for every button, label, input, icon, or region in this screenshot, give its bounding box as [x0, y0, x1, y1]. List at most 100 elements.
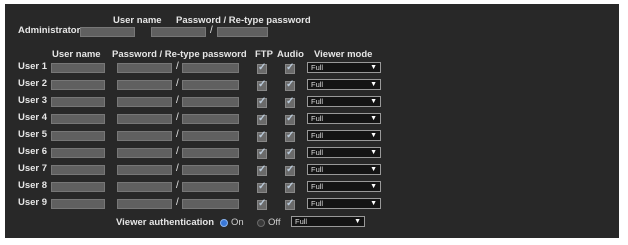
user-username-input[interactable]	[51, 63, 105, 73]
audio-checkbox[interactable]	[285, 198, 295, 210]
audio-checkbox[interactable]	[285, 130, 295, 142]
user-retype-password-input[interactable]	[182, 97, 239, 107]
viewer-auth-mode-value: Full	[295, 217, 308, 226]
user-retype-password-input[interactable]	[182, 63, 239, 73]
user-password-input[interactable]	[117, 63, 172, 73]
user-username-input[interactable]	[51, 114, 105, 124]
chevron-down-icon: ▼	[370, 166, 377, 173]
users-password-header: Password / Re-type password	[112, 49, 247, 60]
ftp-checkbox[interactable]	[257, 96, 267, 108]
viewer-mode-select[interactable]: Full ▼	[307, 164, 381, 175]
user-label: User 4	[18, 112, 48, 123]
viewer-mode-value: Full	[311, 131, 324, 140]
user-username-input[interactable]	[51, 131, 105, 141]
audio-checkbox[interactable]	[285, 79, 295, 91]
chevron-down-icon: ▼	[370, 200, 377, 207]
audio-checkbox[interactable]	[285, 96, 295, 108]
user-slash: /	[176, 112, 179, 123]
chevron-down-icon: ▼	[370, 132, 377, 139]
admin-username-input[interactable]	[80, 27, 135, 37]
ftp-checkbox[interactable]	[257, 181, 267, 193]
user-password-input[interactable]	[117, 114, 172, 124]
user-password-input[interactable]	[117, 182, 172, 192]
user-label: User 1	[18, 61, 48, 72]
user-slash: /	[176, 146, 179, 157]
viewer-mode-select[interactable]: Full ▼	[307, 147, 381, 158]
audio-checkbox[interactable]	[285, 147, 295, 159]
viewer-mode-value: Full	[311, 182, 324, 191]
user-label: User 3	[18, 95, 48, 106]
user-username-input[interactable]	[51, 165, 105, 175]
viewer-mode-value: Full	[311, 165, 324, 174]
user-retype-password-input[interactable]	[182, 80, 239, 90]
user-slash: /	[176, 129, 179, 140]
chevron-down-icon: ▼	[370, 115, 377, 122]
admin-slash: /	[210, 25, 213, 36]
admin-username-header: User name	[113, 15, 162, 26]
user-label: User 5	[18, 129, 48, 140]
admin-retype-password-input[interactable]	[217, 27, 268, 37]
user-retype-password-input[interactable]	[182, 182, 239, 192]
user-username-input[interactable]	[51, 148, 105, 158]
audio-checkbox[interactable]	[285, 181, 295, 193]
user-retype-password-input[interactable]	[182, 165, 239, 175]
viewer-auth-mode-select[interactable]: Full ▼	[291, 216, 365, 227]
viewer-mode-select[interactable]: Full ▼	[307, 96, 381, 107]
user-settings-panel: User name Password / Re-type password Ad…	[5, 4, 619, 238]
audio-checkbox[interactable]	[285, 164, 295, 176]
ftp-header: FTP	[255, 49, 273, 60]
user-label: User 7	[18, 163, 48, 174]
viewer-mode-value: Full	[311, 114, 324, 123]
viewer-mode-header: Viewer mode	[314, 49, 373, 60]
chevron-down-icon: ▼	[370, 64, 377, 71]
user-username-input[interactable]	[51, 97, 105, 107]
user-label: User 9	[18, 197, 48, 208]
viewer-mode-value: Full	[311, 199, 324, 208]
viewer-auth-on-radio[interactable]	[220, 219, 228, 227]
viewer-auth-off-label: Off	[268, 217, 281, 228]
viewer-auth-on-label: On	[231, 217, 244, 228]
user-retype-password-input[interactable]	[182, 131, 239, 141]
user-slash: /	[176, 197, 179, 208]
viewer-mode-value: Full	[311, 80, 324, 89]
user-label: User 6	[18, 146, 48, 157]
user-label: User 2	[18, 78, 48, 89]
viewer-mode-select[interactable]: Full ▼	[307, 79, 381, 90]
audio-header: Audio	[277, 49, 304, 60]
audio-checkbox[interactable]	[285, 62, 295, 74]
ftp-checkbox[interactable]	[257, 130, 267, 142]
user-password-input[interactable]	[117, 80, 172, 90]
chevron-down-icon: ▼	[354, 218, 361, 225]
user-password-input[interactable]	[117, 148, 172, 158]
user-retype-password-input[interactable]	[182, 148, 239, 158]
viewer-auth-label: Viewer authentication	[116, 217, 215, 228]
admin-password-input[interactable]	[151, 27, 206, 37]
user-username-input[interactable]	[51, 182, 105, 192]
viewer-mode-select[interactable]: Full ▼	[307, 198, 381, 209]
user-label: User 8	[18, 180, 48, 191]
chevron-down-icon: ▼	[370, 149, 377, 156]
viewer-mode-select[interactable]: Full ▼	[307, 62, 381, 73]
user-password-input[interactable]	[117, 199, 172, 209]
ftp-checkbox[interactable]	[257, 147, 267, 159]
user-slash: /	[176, 78, 179, 89]
ftp-checkbox[interactable]	[257, 198, 267, 210]
user-password-input[interactable]	[117, 131, 172, 141]
ftp-checkbox[interactable]	[257, 62, 267, 74]
audio-checkbox[interactable]	[285, 113, 295, 125]
ftp-checkbox[interactable]	[257, 113, 267, 125]
user-retype-password-input[interactable]	[182, 199, 239, 209]
user-password-input[interactable]	[117, 165, 172, 175]
ftp-checkbox[interactable]	[257, 164, 267, 176]
ftp-checkbox[interactable]	[257, 79, 267, 91]
user-retype-password-input[interactable]	[182, 114, 239, 124]
user-slash: /	[176, 95, 179, 106]
user-username-input[interactable]	[51, 199, 105, 209]
viewer-mode-select[interactable]: Full ▼	[307, 181, 381, 192]
viewer-mode-select[interactable]: Full ▼	[307, 113, 381, 124]
viewer-auth-off-radio[interactable]	[257, 219, 265, 227]
user-username-input[interactable]	[51, 80, 105, 90]
user-password-input[interactable]	[117, 97, 172, 107]
user-slash: /	[176, 163, 179, 174]
viewer-mode-select[interactable]: Full ▼	[307, 130, 381, 141]
